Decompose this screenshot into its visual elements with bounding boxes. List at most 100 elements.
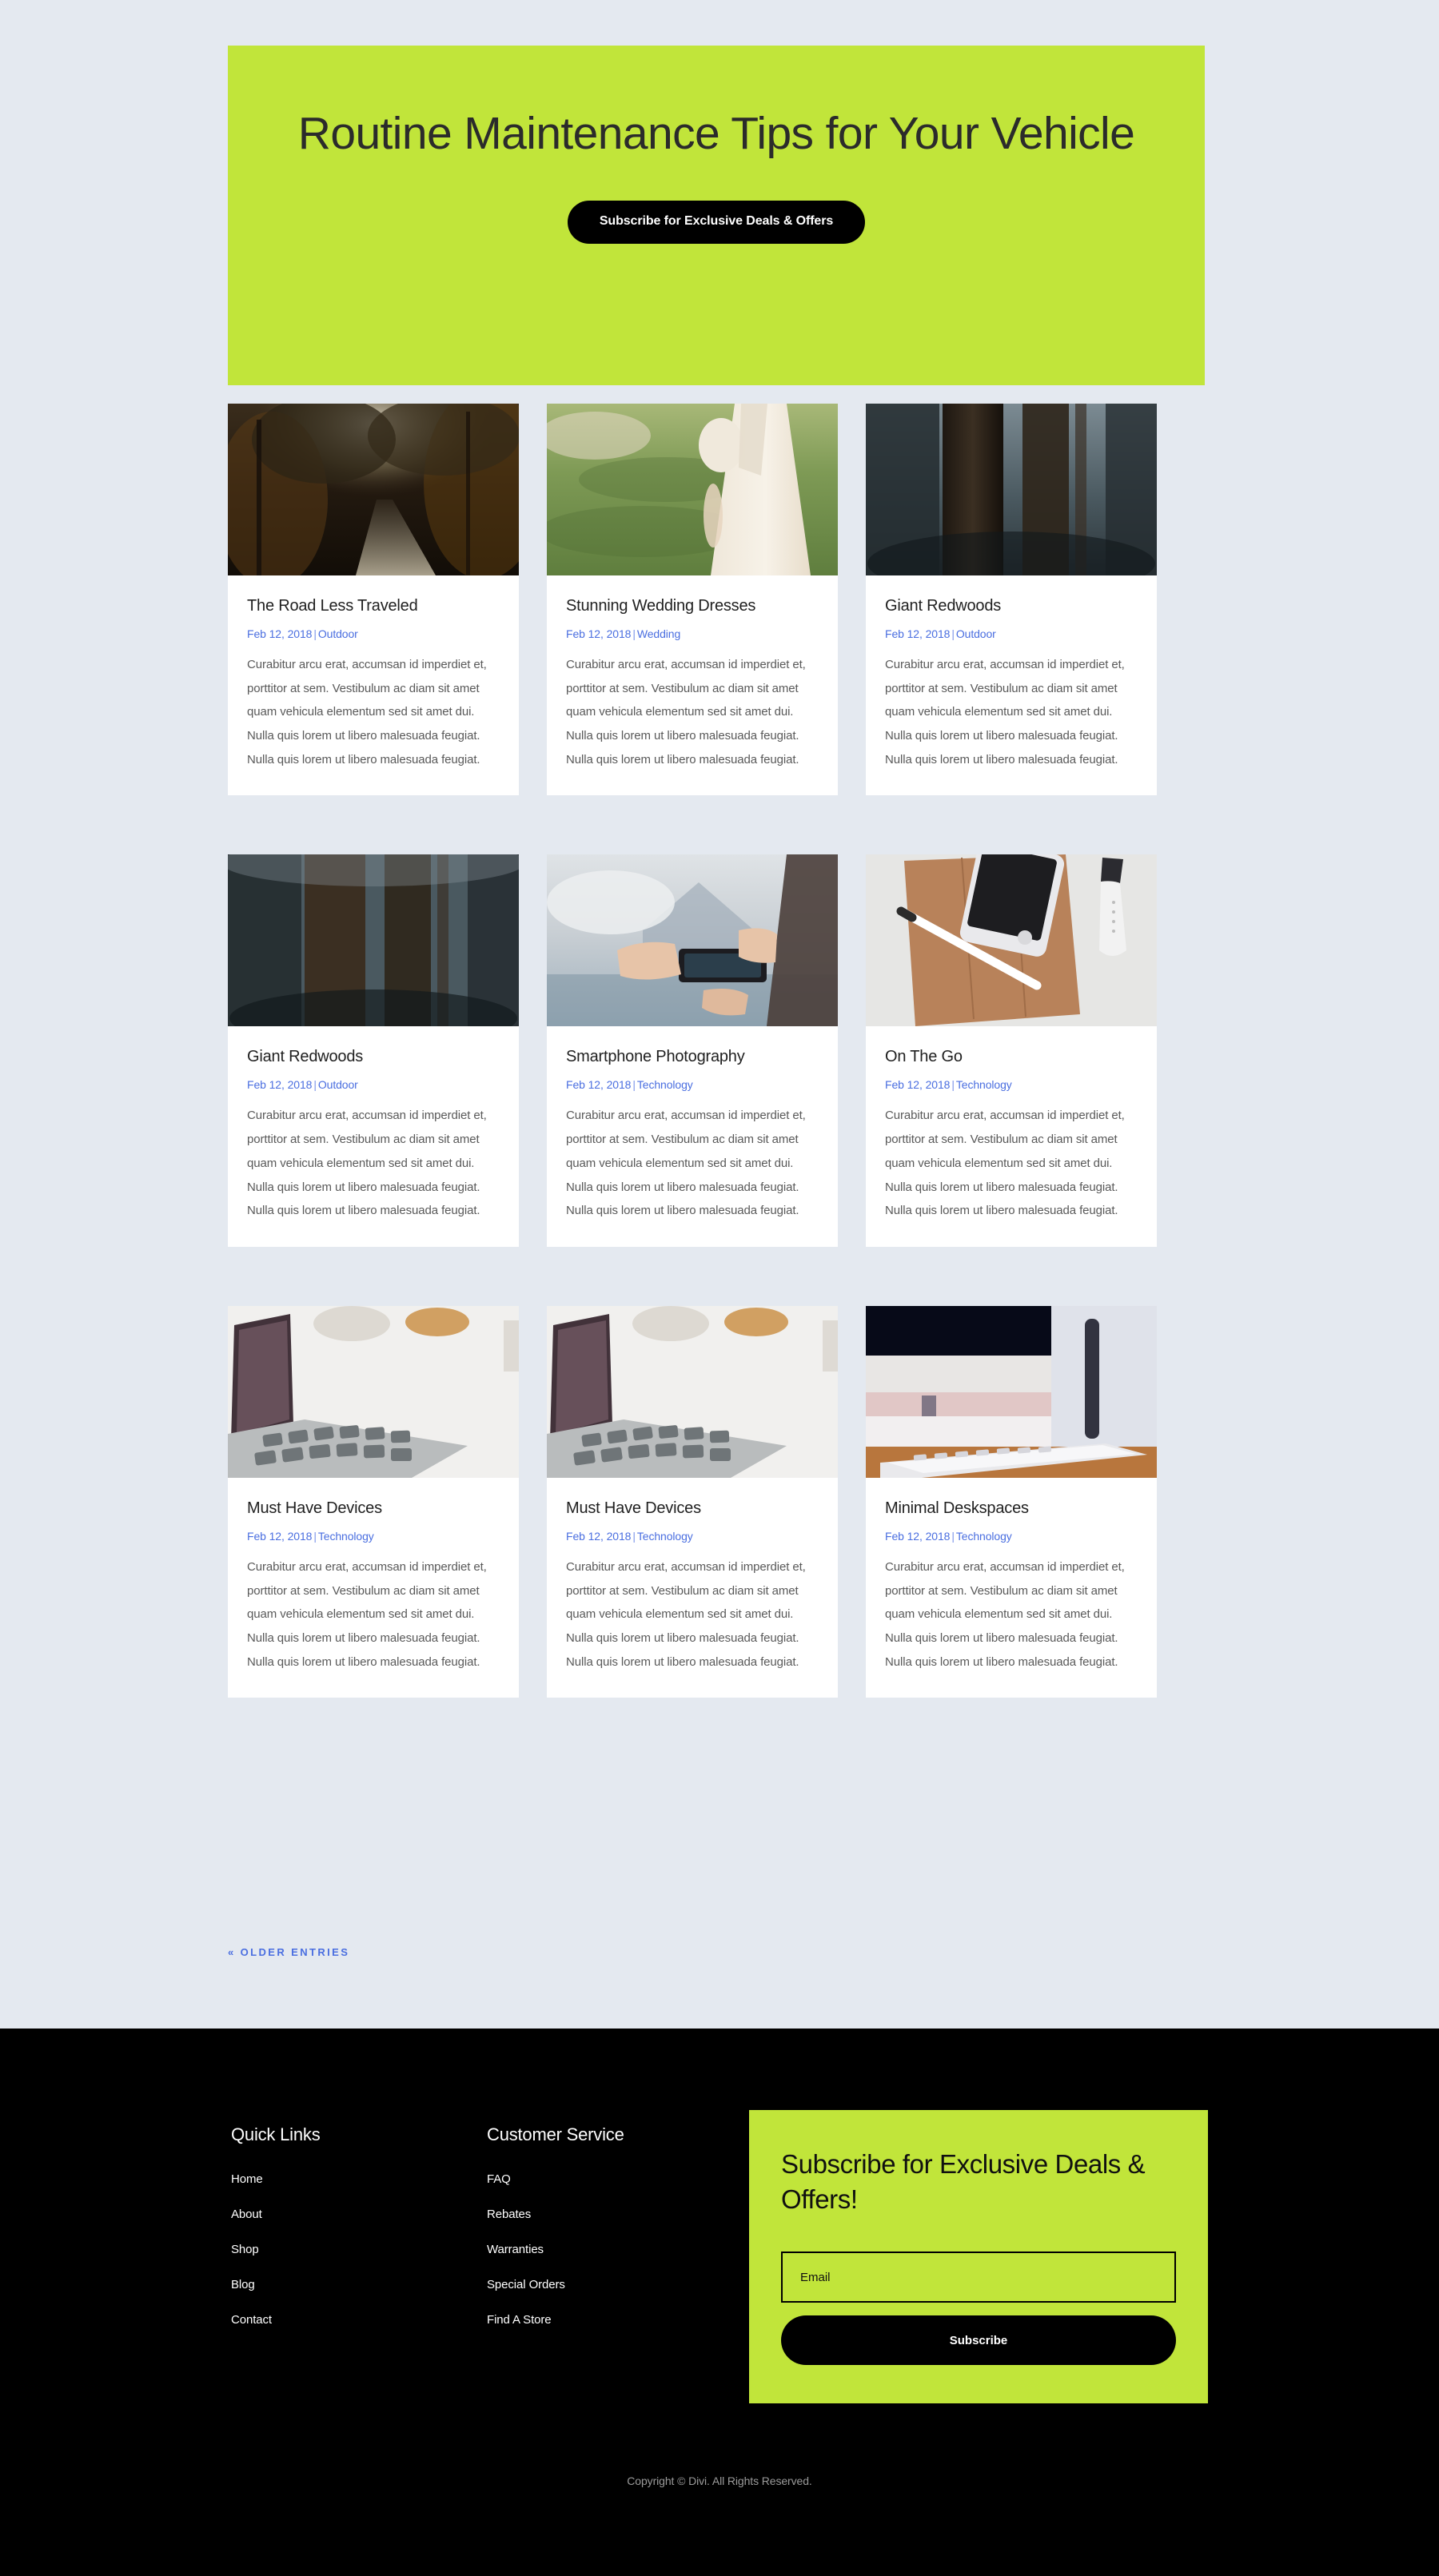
blog-card-body: Giant Redwoods Feb 12, 2018 | Outdoor Cura… xyxy=(228,1026,519,1246)
footer-link-about[interactable]: About xyxy=(231,2208,487,2221)
blog-card-body: Minimal Deskspaces Feb 12, 2018 | Technolo… xyxy=(866,1478,1157,1698)
newsletter-title: Subscribe for Exclusive Deals & Offers! xyxy=(781,2149,1146,2214)
bride-in-white-dress-on-grass-photo[interactable] xyxy=(547,404,838,575)
meta-separator: | xyxy=(313,627,317,640)
site-footer: Quick Links Home About Shop Blog Contact… xyxy=(0,2029,1439,2576)
blog-card-meta: Feb 12, 2018 | Wedding xyxy=(566,627,819,640)
wireless-keyboard-desk-photo[interactable] xyxy=(866,1305,1157,1478)
blog-card-category[interactable]: Technology xyxy=(318,1530,374,1543)
blog-card-date: Feb 12, 2018 xyxy=(247,627,313,640)
redwood-tree-trunks-photo[interactable] xyxy=(228,854,519,1027)
meta-separator: | xyxy=(951,1078,955,1092)
blog-card-title[interactable]: Must Have Devices xyxy=(247,1499,500,1519)
autumn-forest-road-photo[interactable] xyxy=(228,404,519,575)
blog-card-category[interactable]: Outdoor xyxy=(318,1078,358,1091)
blog-card-meta: Feb 12, 2018 | Technology xyxy=(247,1530,500,1543)
blog-card-excerpt: Curabitur arcu erat, accumsan id imperdi… xyxy=(247,658,487,766)
blog-card-date: Feb 12, 2018 xyxy=(885,1529,951,1543)
phone-stylus-leather-case-photo[interactable] xyxy=(866,854,1157,1027)
blog-card-category[interactable]: Outdoor xyxy=(318,627,358,640)
blog-card-date: Feb 12, 2018 xyxy=(885,627,951,640)
blog-card-excerpt: Curabitur arcu erat, accumsan id imperdi… xyxy=(566,1109,806,1218)
hands-holding-phone-mountain-photo[interactable] xyxy=(547,854,838,1027)
email-input[interactable] xyxy=(781,2252,1176,2303)
blog-card-title[interactable]: Must Have Devices xyxy=(566,1499,819,1519)
blog-card-body: The Road Less Traveled Feb 12, 2018 | Outd… xyxy=(228,575,519,795)
blog-card-excerpt: Curabitur arcu erat, accumsan id imperdi… xyxy=(885,658,1125,766)
blog-card-title[interactable]: Stunning Wedding Dresses xyxy=(566,596,819,616)
meta-separator: | xyxy=(951,1529,955,1543)
blog-card[interactable]: Giant Redwoods Feb 12, 2018 | Outdoor Cura… xyxy=(228,854,519,1247)
blog-card-meta: Feb 12, 2018 | Outdoor xyxy=(247,627,500,640)
blog-post-grid: The Road Less Traveled Feb 12, 2018 | Outd… xyxy=(228,404,1205,1757)
blog-card-excerpt: Curabitur arcu erat, accumsan id imperdi… xyxy=(566,1559,806,1669)
footer-link-blog[interactable]: Blog xyxy=(231,2278,487,2291)
footer-link-rebates[interactable]: Rebates xyxy=(487,2208,743,2221)
blog-card-body: Must Have Devices Feb 12, 2018 | Technolog… xyxy=(228,1478,519,1698)
blog-card-meta: Feb 12, 2018 | Technology xyxy=(885,1530,1138,1543)
redwood-tree-trunks-photo[interactable] xyxy=(866,404,1157,575)
blog-card-excerpt: Curabitur arcu erat, accumsan id imperdi… xyxy=(247,1559,487,1669)
blog-card-title[interactable]: Giant Redwoods xyxy=(885,596,1138,616)
blog-card[interactable]: The Road Less Traveled Feb 12, 2018 | Outd… xyxy=(228,404,519,796)
page-title: Routine Maintenance Tips for Your Vehicl… xyxy=(297,108,1135,159)
hero-subscribe-button[interactable]: Subscribe for Exclusive Deals & Offers xyxy=(567,200,866,244)
footer-link-contact[interactable]: Contact xyxy=(231,2313,487,2327)
blog-card[interactable]: Minimal Deskspaces Feb 12, 2018 | Technolo… xyxy=(866,1305,1157,1698)
footer-link-warranties[interactable]: Warranties xyxy=(487,2243,743,2256)
newsletter-subscribe-button[interactable]: Subscribe xyxy=(781,2315,1176,2366)
blog-card-category[interactable]: Technology xyxy=(637,1078,693,1091)
blog-card[interactable]: Stunning Wedding Dresses Feb 12, 2018 | We… xyxy=(547,404,838,796)
blog-card-category[interactable]: Wedding xyxy=(637,627,680,640)
blog-card-title[interactable]: Minimal Deskspaces xyxy=(885,1499,1138,1519)
blog-card-title[interactable]: Giant Redwoods xyxy=(247,1047,500,1067)
meta-separator: | xyxy=(632,1078,636,1092)
laptop-on-white-desk-photo[interactable] xyxy=(228,1305,519,1478)
blog-card-date: Feb 12, 2018 xyxy=(247,1529,313,1543)
blog-card-category[interactable]: Outdoor xyxy=(956,627,996,640)
meta-separator: | xyxy=(951,627,955,640)
footer-link-find-a-store[interactable]: Find A Store xyxy=(487,2313,743,2327)
meta-separator: | xyxy=(313,1078,317,1092)
footer-customer-service-column: Customer Service FAQ Rebates Warranties … xyxy=(487,2124,743,2348)
blog-card-date: Feb 12, 2018 xyxy=(885,1078,951,1092)
blog-card-excerpt: Curabitur arcu erat, accumsan id imperdi… xyxy=(885,1109,1125,1218)
blog-row: The Road Less Traveled Feb 12, 2018 | Outd… xyxy=(228,404,1205,796)
footer-link-shop[interactable]: Shop xyxy=(231,2243,487,2256)
copyright-text: Copyright © Divi. All Rights Reserved. xyxy=(627,2474,812,2487)
meta-separator: | xyxy=(313,1529,317,1543)
newsletter-subscribe-box: Subscribe for Exclusive Deals & Offers! … xyxy=(749,2110,1208,2404)
blog-card-date: Feb 12, 2018 xyxy=(566,627,632,640)
blog-card-title[interactable]: On The Go xyxy=(885,1047,1138,1067)
footer-quick-links-heading: Quick Links xyxy=(231,2124,321,2144)
blog-card-date: Feb 12, 2018 xyxy=(247,1078,313,1092)
blog-card[interactable]: On The Go Feb 12, 2018 | Technology Curabi… xyxy=(866,854,1157,1247)
footer-link-special-orders[interactable]: Special Orders xyxy=(487,2278,743,2291)
meta-separator: | xyxy=(632,1529,636,1543)
blog-card[interactable]: Smartphone Photography Feb 12, 2018 | Tech… xyxy=(547,854,838,1247)
blog-page: Routine Maintenance Tips for Your Vehicl… xyxy=(0,0,1439,2576)
laptop-on-white-desk-photo[interactable] xyxy=(547,1305,838,1478)
blog-card-category[interactable]: Technology xyxy=(956,1530,1012,1543)
blog-card[interactable]: Must Have Devices Feb 12, 2018 | Technolog… xyxy=(547,1305,838,1698)
footer-customer-service-heading: Customer Service xyxy=(487,2124,624,2144)
blog-card-category[interactable]: Technology xyxy=(956,1078,1012,1091)
blog-card-title[interactable]: Smartphone Photography xyxy=(566,1047,819,1067)
blog-card-category[interactable]: Technology xyxy=(637,1530,693,1543)
meta-separator: | xyxy=(632,627,636,640)
footer-link-faq[interactable]: FAQ xyxy=(487,2172,743,2186)
blog-card-meta: Feb 12, 2018 | Technology xyxy=(885,1078,1138,1091)
older-entries-link[interactable]: « Older Entries xyxy=(228,1946,349,1958)
footer-link-home[interactable]: Home xyxy=(231,2172,487,2186)
blog-card-meta: Feb 12, 2018 | Technology xyxy=(566,1078,819,1091)
blog-card-body: On The Go Feb 12, 2018 | Technology Curabi… xyxy=(866,1026,1157,1246)
blog-card-date: Feb 12, 2018 xyxy=(566,1078,632,1092)
blog-card[interactable]: Giant Redwoods Feb 12, 2018 | Outdoor Cura… xyxy=(866,404,1157,796)
blog-card-body: Stunning Wedding Dresses Feb 12, 2018 | We… xyxy=(547,575,838,795)
hero-section: Routine Maintenance Tips for Your Vehicl… xyxy=(228,46,1205,385)
blog-row: Giant Redwoods Feb 12, 2018 | Outdoor Cura… xyxy=(228,854,1205,1247)
blog-card-body: Must Have Devices Feb 12, 2018 | Technolog… xyxy=(547,1478,838,1698)
blog-card-title[interactable]: The Road Less Traveled xyxy=(247,596,500,616)
blog-card[interactable]: Must Have Devices Feb 12, 2018 | Technolog… xyxy=(228,1305,519,1698)
blog-card-date: Feb 12, 2018 xyxy=(566,1529,632,1543)
